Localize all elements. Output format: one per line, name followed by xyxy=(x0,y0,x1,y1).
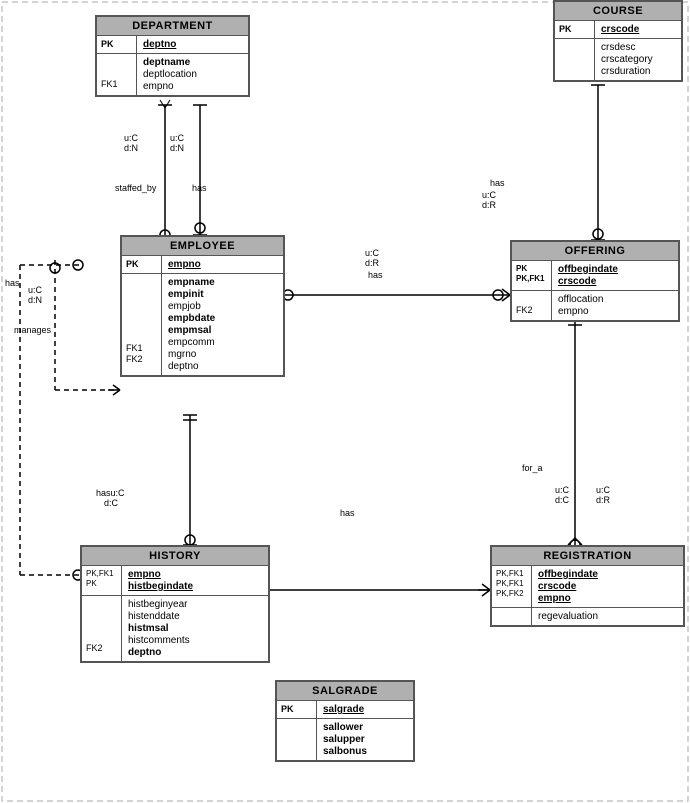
dept-pk-attr: deptno xyxy=(143,39,176,50)
salgrade-attr-salbonus: salbonus xyxy=(323,746,367,757)
offering-attr-empno: empno xyxy=(558,306,603,317)
dept-pk-label: PK xyxy=(101,39,132,49)
employee-title: EMPLOYEE xyxy=(122,237,283,256)
label-hasu-c: hasu:C xyxy=(96,488,125,498)
erd-diagram: COURSE PK crscode crsdesc crscategory cr… xyxy=(0,0,690,803)
label-dr-emp-off: d:R xyxy=(365,258,379,268)
department-title: DEPARTMENT xyxy=(97,17,248,36)
registration-entity: REGISTRATION PK,FK1 PK,FK1 PK,FK2 offbeg… xyxy=(490,545,685,627)
emp-pk-attr: empno xyxy=(168,259,201,270)
label-dn-dept1: d:N xyxy=(124,143,138,153)
offering-title: OFFERING xyxy=(512,242,678,261)
history-attr-histbeginyear: histbeginyear xyxy=(128,599,190,610)
course-attr-crsdesc: crsdesc xyxy=(601,42,653,53)
label-uc-course: u:C xyxy=(482,190,496,200)
label-for-a: for_a xyxy=(522,463,543,473)
emp-attr-deptno: deptno xyxy=(168,361,215,372)
salgrade-entity: SALGRADE PK salgrade sallower salupper s… xyxy=(275,680,415,762)
history-attr-histenddate: histenddate xyxy=(128,611,190,622)
reg-pk-crscode: crscode xyxy=(538,581,598,592)
emp-attr-empbdate: empbdate xyxy=(168,313,215,324)
history-attr-deptno: deptno xyxy=(128,647,190,658)
history-entity: HISTORY PK,FK1 PK empno histbegindate FK… xyxy=(80,545,270,663)
emp-attr-empjob: empjob xyxy=(168,301,215,312)
dept-attr-empno: empno xyxy=(143,81,197,92)
salgrade-attr-sallower: sallower xyxy=(323,722,367,733)
emp-attr-mgrno: mgrno xyxy=(168,349,215,360)
label-has-history-reg: has xyxy=(340,508,355,518)
history-pk-histbegindate: histbegindate xyxy=(128,581,193,592)
employee-entity: EMPLOYEE PK empno FK1FK2 empname empinit… xyxy=(120,235,285,377)
emp-attr-empinit: empinit xyxy=(168,289,215,300)
label-dc-for-a2: d:C xyxy=(555,495,569,505)
emp-attr-empmsal: empmsal xyxy=(168,325,215,336)
reg-attr-regevaluation: regevaluation xyxy=(538,611,598,622)
label-uc-emp-off: u:C xyxy=(365,248,379,258)
offering-attr-offlocation: offlocation xyxy=(558,294,603,305)
label-has-emp-offering: has xyxy=(368,270,383,280)
label-dn-dept2: d:N xyxy=(170,143,184,153)
history-attr-histmsal: histmsal xyxy=(128,623,190,634)
course-pk-label: PK xyxy=(559,24,590,34)
label-uc-dept2: u:C xyxy=(170,133,184,143)
label-dc-history: d:C xyxy=(104,498,118,508)
label-uc-dept1: u:C xyxy=(124,133,138,143)
label-uc-for-a1: u:C xyxy=(596,485,610,495)
offering-pk-crscode: crscode xyxy=(558,276,618,287)
label-manages: manages xyxy=(14,325,51,335)
label-has-dept-emp: has xyxy=(192,183,207,193)
reg-pk-offbegindate: offbegindate xyxy=(538,569,598,580)
salgrade-pk-attr: salgrade xyxy=(323,704,364,715)
registration-title: REGISTRATION xyxy=(492,547,683,566)
label-has-left: has xyxy=(5,278,20,288)
emp-attr-empname: empname xyxy=(168,277,215,288)
label-dn-left: d:N xyxy=(28,295,42,305)
label-has-course-offering: has xyxy=(490,178,505,188)
emp-attr-empcomm: empcomm xyxy=(168,337,215,348)
reg-pk-empno: empno xyxy=(538,593,598,604)
course-title: COURSE xyxy=(555,2,681,21)
course-attr-crscategory: crscategory xyxy=(601,54,653,65)
course-entity: COURSE PK crscode crsdesc crscategory cr… xyxy=(553,0,683,82)
offering-entity: OFFERING PK PK,FK1 offbegindate crscode … xyxy=(510,240,680,322)
dept-attr-deptname: deptname xyxy=(143,57,197,68)
history-attr-histcomments: histcomments xyxy=(128,635,190,646)
offering-pk-offbegindate: offbegindate xyxy=(558,264,618,275)
salgrade-attr-salupper: salupper xyxy=(323,734,367,745)
label-staffed-by: staffed_by xyxy=(115,183,156,193)
department-entity: DEPARTMENT PK deptno FK1 deptname deptlo… xyxy=(95,15,250,97)
label-dr-course: d:R xyxy=(482,200,496,210)
dept-attr-deptlocation: deptlocation xyxy=(143,69,197,80)
history-pk-empno: empno xyxy=(128,569,193,580)
history-title: HISTORY xyxy=(82,547,268,566)
label-dr-for-a1: d:R xyxy=(596,495,610,505)
course-attr-crsduration: crsduration xyxy=(601,66,653,77)
label-uc-left: u:C xyxy=(28,285,42,295)
course-pk-attr: crscode xyxy=(601,24,639,35)
salgrade-title: SALGRADE xyxy=(277,682,413,701)
label-uc-for-a2: u:C xyxy=(555,485,569,495)
